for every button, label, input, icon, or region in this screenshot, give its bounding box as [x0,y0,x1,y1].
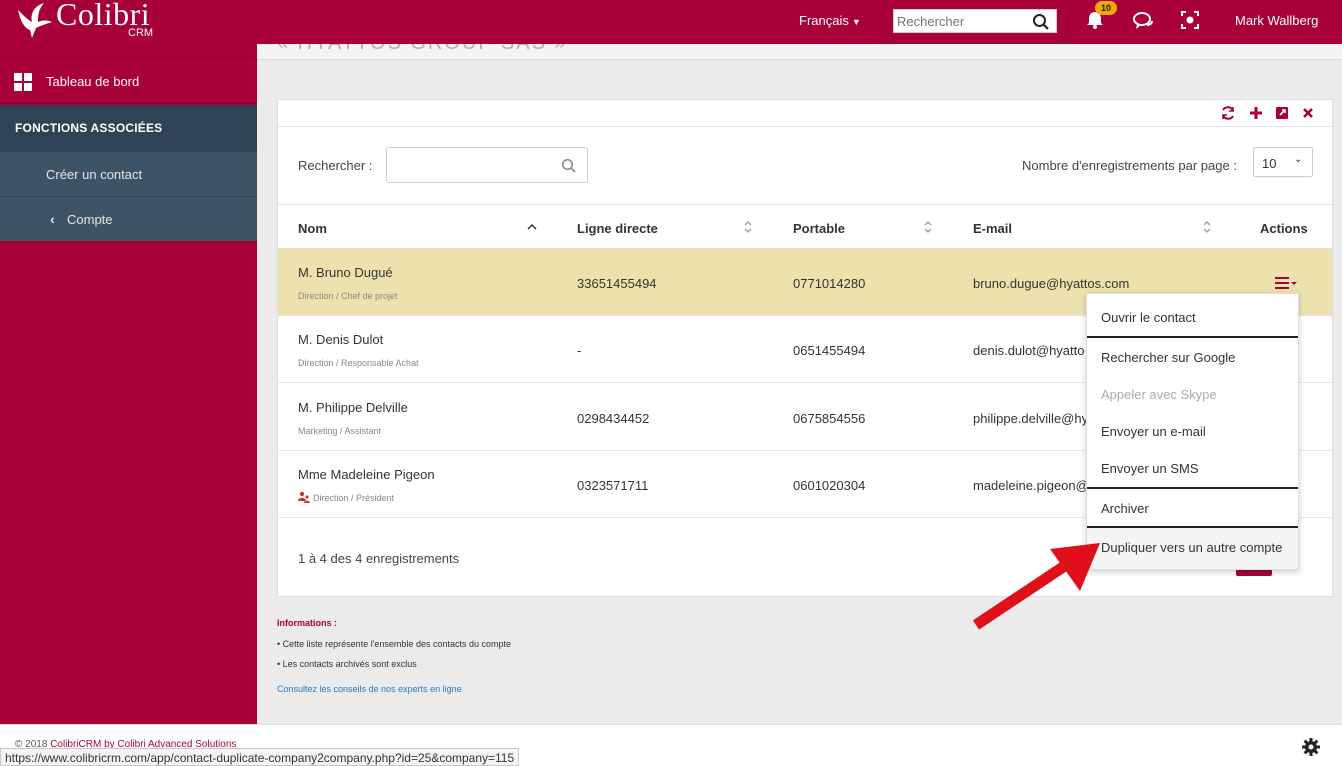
chevron-left-icon: ‹ [50,211,55,227]
chevron-down-icon: ⌄ [1294,154,1303,165]
direct-line: 33651455494 [577,276,657,291]
page-title: « HYATTOS GROUP SAS » [277,44,568,55]
menu-divider [1087,526,1298,528]
information-line: • Les contacts archivés sont exclus [277,659,417,669]
menu-divider [1087,487,1298,489]
contact-name[interactable]: M. Bruno Dugué [298,265,393,280]
actions-menu-icon[interactable] [1274,276,1298,290]
chat-icon[interactable] [1132,10,1154,32]
hummingbird-logo-icon [18,3,52,38]
menu-divider [1087,336,1298,338]
contact-role: Direction / Président [313,493,395,503]
information-title: Informations : [277,618,337,628]
dashboard-grid-icon [14,73,32,91]
email-address[interactable]: denis.dulot@hyatto [973,343,1085,358]
sidebar-item-dashboard[interactable]: Tableau de bord [0,58,257,104]
mobile-number: 0771014280 [793,276,866,291]
user-name[interactable]: Mark Wallberg [1235,13,1318,28]
chevron-down-icon: ▼ [851,17,861,27]
column-header-email[interactable]: E-mail [973,221,1012,236]
menu-item-send-sms[interactable]: Envoyer un SMS [1101,461,1199,476]
logo[interactable]: Colibri CRM [12,0,172,44]
sidebar-section-label: FONCTIONS ASSOCIÉES [15,121,163,135]
mobile-number: 0651455494 [793,343,866,358]
menu-item-duplicate-to-account[interactable]: Dupliquer vers un autre compte [1101,540,1282,555]
search-icon [561,158,576,173]
column-header-mobile[interactable]: Portable [793,221,845,236]
sidebar-spacer [0,44,257,58]
menu-item-archive[interactable]: Archiver [1101,501,1149,516]
alert-people-icon [298,491,310,503]
sidebar-section-header: FONCTIONS ASSOCIÉES [0,105,257,151]
experts-advice-link[interactable]: Consultez les conseils de nos experts en… [277,684,462,694]
column-header-name[interactable]: Nom [298,221,327,236]
per-page-value: 10 [1262,156,1277,171]
table-search-input[interactable] [386,147,588,183]
direct-line: 0298434452 [577,411,650,426]
direct-line: - [577,343,582,358]
table-header: Nom Ligne directe Portable E-mail Action… [278,204,1332,249]
language-label: Français [799,13,849,28]
sidebar-item-create-contact[interactable]: Créer un contact [0,151,257,196]
page-title-strip: « HYATTOS GROUP SAS » [257,44,1342,60]
direct-line: 0323571711 [577,478,649,493]
contact-role: Direction / Responsable Achat [298,358,419,368]
red-arrow-annotation-icon [972,543,1100,630]
close-icon[interactable] [1300,105,1316,121]
column-header-direct-line[interactable]: Ligne directe [577,221,658,236]
add-icon[interactable] [1248,105,1264,121]
panel-toolbar [278,100,1332,127]
per-page-select[interactable]: 10 ⌄ [1253,147,1313,177]
menu-item-google-search[interactable]: Rechercher sur Google [1101,350,1235,365]
contact-role: Marketing / Assistant [298,426,382,436]
email-address[interactable]: madeleine.pigeon@ [973,478,1089,493]
logo-subtext: CRM [128,27,154,39]
sort-icon[interactable] [923,219,933,235]
sort-icon[interactable] [743,219,753,235]
expand-icon[interactable] [1274,105,1290,121]
mobile-number: 0675854556 [793,411,866,426]
notifications-badge: 10 [1095,1,1117,15]
fullscreen-icon[interactable] [1180,10,1200,30]
sidebar: Tableau de bord FONCTIONS ASSOCIÉES Crée… [0,44,257,724]
browser-status-url: https://www.colibricrm.com/app/contact-d… [0,748,520,766]
search-icon[interactable] [1032,13,1050,31]
information-line: • Cette liste représente l'ensemble des … [277,639,511,649]
top-bar: Colibri CRM Français▼ 10 Mark Wallberg [0,0,1342,44]
sidebar-item-label: Tableau de bord [46,74,140,89]
mobile-number: 0601020304 [793,478,866,493]
email-address[interactable]: bruno.dugue@hyattos.com [973,276,1129,291]
sidebar-item-label: Créer un contact [46,167,143,182]
contact-name[interactable]: M. Denis Dulot [298,332,383,347]
sort-icon[interactable] [1202,219,1212,235]
top-search [893,9,1057,33]
menu-item-open-contact[interactable]: Ouvrir le contact [1101,310,1196,325]
contact-name[interactable]: Mme Madeleine Pigeon [298,467,435,482]
email-address[interactable]: philippe.delville@hy [973,411,1088,426]
actions-dropdown-menu: Ouvrir le contact Rechercher sur Google … [1086,293,1299,570]
sort-asc-icon[interactable] [527,219,537,235]
column-header-actions: Actions [1260,221,1308,236]
gear-icon[interactable] [1301,737,1321,757]
contact-role: Direction / Chef de projet [298,291,398,301]
table-search-label: Rechercher : [298,158,373,173]
menu-item-skype-call: Appeler avec Skype [1101,387,1217,402]
sidebar-item-label: Compte [67,212,113,227]
refresh-icon[interactable] [1220,105,1236,121]
menu-item-send-email[interactable]: Envoyer un e-mail [1101,424,1206,439]
sidebar-item-account[interactable]: ‹ Compte [0,196,257,241]
records-count: 1 à 4 des 4 enregistrements [298,551,460,566]
per-page-label: Nombre d'enregistrements par page : [1022,158,1237,173]
top-search-input[interactable] [897,12,1027,30]
language-selector[interactable]: Français ▼ [799,13,861,28]
contact-name[interactable]: M. Philippe Delville [298,400,408,415]
